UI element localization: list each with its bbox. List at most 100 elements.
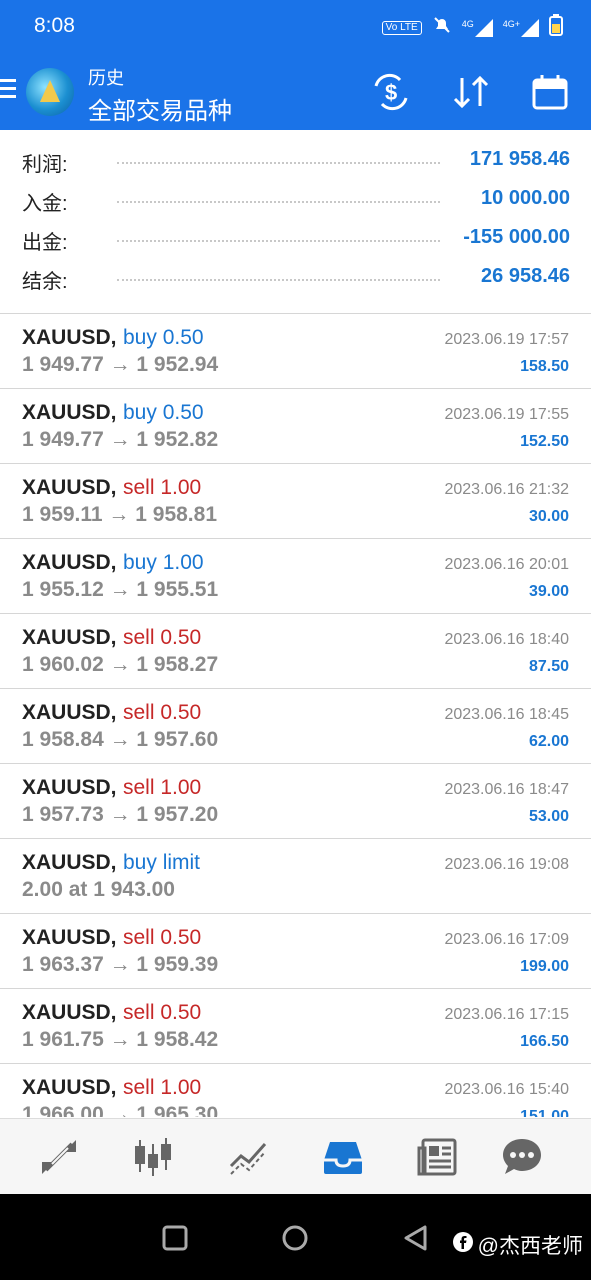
trade-symbol: XAUUSD, [22,851,117,874]
volte-icon: Vo LTE [381,20,422,35]
watermark: @杰西老师 [452,1230,583,1260]
trade-prices: 1 963.37 → 1 959.39 [22,953,219,976]
trade-symbol: XAUUSD, [22,626,117,649]
trade-profit: 158.50 [520,358,569,375]
trade-row[interactable]: XAUUSD, buy 0.50 1 949.77 → 1 952.82 202… [0,389,591,464]
mute-icon [432,15,452,40]
history-icon[interactable] [322,1136,364,1178]
status-bar: 8:08 Vo LTE 4G 4G+ [0,0,591,54]
trade-row[interactable]: XAUUSD, buy 0.50 1 949.77 → 1 952.94 202… [0,314,591,389]
trade-prices: 1 966.00 → 1 965.30 [22,1103,219,1117]
menu-icon[interactable] [0,79,16,103]
trade-profit: 62.00 [528,733,569,750]
trade-profit: 199.00 [520,958,569,975]
trade-row[interactable]: XAUUSD, sell 1.00 1 957.73 → 1 957.20 20… [0,764,591,839]
calendar-icon[interactable] [530,72,570,117]
trade-list[interactable]: XAUUSD, buy 0.50 1 949.77 → 1 952.94 202… [0,314,591,1117]
trade-symbol: XAUUSD, [22,1001,117,1024]
trade-row[interactable]: XAUUSD, sell 1.00 1 966.00 → 1 965.30 20… [0,1064,591,1117]
summary-value: -155 000.00 [457,226,570,249]
trade-row[interactable]: XAUUSD, buy 1.00 1 955.12 → 1 955.51 202… [0,539,591,614]
recents-icon[interactable] [162,1225,188,1256]
battery-icon [549,14,563,41]
summary-row-withdrawal: 出金: -155 000.00 [22,226,570,256]
bottom-tab-bar [0,1118,591,1195]
signal-4g-icon: 4G [461,18,493,37]
signal-4g-label: 4G [461,18,474,29]
back-icon[interactable] [403,1225,429,1256]
trade-datetime: 2023.06.19 17:57 [444,331,569,348]
trade-datetime: 2023.06.16 20:01 [444,556,569,573]
system-nav-bar: @杰西老师 [0,1194,591,1280]
trade-profit: 151.00 [520,1108,569,1117]
app-bar: 历史 全部交易品种 $ [0,54,591,130]
trade-type: sell 0.50 [123,626,202,649]
trade-type: buy 0.50 [123,401,204,424]
trade-prices: 1 949.77 → 1 952.82 [22,428,219,451]
summary-value: 10 000.00 [475,187,570,210]
currency-exchange-icon[interactable]: $ [370,72,412,117]
trade-datetime: 2023.06.16 17:09 [444,931,569,948]
app-logo-icon[interactable] [26,68,74,116]
trade-profit: 152.50 [520,433,569,450]
dotted-leader [117,162,440,164]
trade-datetime: 2023.06.19 17:55 [444,406,569,423]
dotted-leader [117,240,440,242]
chart-icon[interactable] [132,1136,174,1178]
trade-datetime: 2023.06.16 18:40 [444,631,569,648]
app-bar-title[interactable]: 全部交易品种 [88,91,232,126]
trade-symbol: XAUUSD, [22,701,117,724]
trade-profit: 87.50 [528,658,569,675]
summary-row-deposit: 入金: 10 000.00 [22,187,570,217]
trade-symbol: XAUUSD, [22,551,117,574]
app-bar-subtitle[interactable]: 历史 [88,64,124,90]
trade-type: sell 0.50 [123,926,202,949]
trade-prices: 1 958.84 → 1 957.60 [22,728,219,751]
chat-icon[interactable] [501,1136,543,1178]
trade-profit: 53.00 [528,808,569,825]
news-icon[interactable] [417,1136,459,1178]
trade-symbol: XAUUSD, [22,476,117,499]
trade-row[interactable]: XAUUSD, sell 0.50 1 961.75 → 1 958.42 20… [0,989,591,1064]
trade-prices: 1 959.11 → 1 958.81 [22,503,217,526]
dotted-leader [117,279,440,281]
trade-symbol: XAUUSD, [22,926,117,949]
summary-value: 26 958.46 [475,265,570,288]
trade-type: sell 1.00 [123,1076,202,1099]
trade-datetime: 2023.06.16 15:40 [444,1081,569,1098]
quotes-icon[interactable] [38,1136,80,1178]
summary-label: 入金: [22,187,74,216]
trade-datetime: 2023.06.16 21:32 [444,481,569,498]
summary-value: 171 958.46 [463,148,570,171]
signal-4g-plus-label: 4G+ [502,18,520,29]
trade-datetime: 2023.06.16 18:45 [444,706,569,723]
trade-row[interactable]: XAUUSD, sell 0.50 1 958.84 → 1 957.60 20… [0,689,591,764]
dotted-leader [117,201,440,203]
order-volume-price: 2.00 at 1 943.00 [22,878,175,901]
sort-icon[interactable] [450,72,492,117]
trade-row[interactable]: XAUUSD, sell 0.50 1 960.02 → 1 958.27 20… [0,614,591,689]
trade-type: sell 1.00 [123,476,202,499]
trade-row[interactable]: XAUUSD, sell 0.50 1 963.37 → 1 959.39 20… [0,914,591,989]
trade-symbol: XAUUSD, [22,326,117,349]
summary-panel: 利润: 171 958.46 入金: 10 000.00 出金: -155 00… [0,130,591,314]
summary-label: 结余: [22,265,74,294]
trade-symbol: XAUUSD, [22,1076,117,1099]
facebook-icon [452,1231,474,1259]
trade-type: buy limit [123,851,201,874]
signal-4g-plus-icon: 4G+ [502,18,539,37]
trade-datetime: 2023.06.16 18:47 [444,781,569,798]
order-row[interactable]: XAUUSD, buy limit 2.00 at 1 943.00 2023.… [0,839,591,914]
trade-profit: 166.50 [520,1033,569,1050]
trade-prices: 1 949.77 → 1 952.94 [22,353,219,376]
trade-row[interactable]: XAUUSD, sell 1.00 1 959.11 → 1 958.81 20… [0,464,591,539]
trade-profit: 30.00 [528,508,569,525]
trade-datetime: 2023.06.16 19:08 [444,856,569,873]
trade-profit: 39.00 [528,583,569,600]
home-icon[interactable] [282,1225,308,1256]
summary-label: 利润: [22,148,74,177]
trade-datetime: 2023.06.16 17:15 [444,1006,569,1023]
trade-icon[interactable] [227,1136,269,1178]
trade-type: sell 1.00 [123,776,202,799]
trade-symbol: XAUUSD, [22,776,117,799]
